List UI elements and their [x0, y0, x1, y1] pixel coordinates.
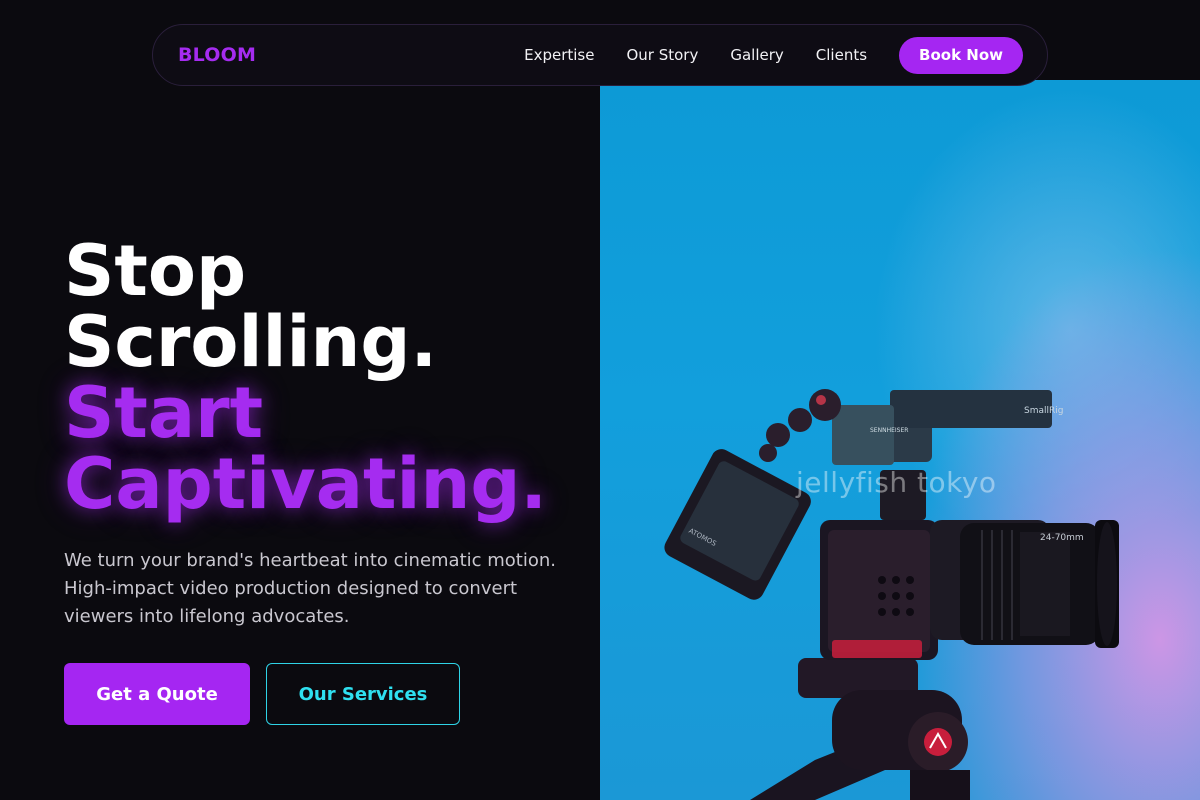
cage-holes	[878, 576, 914, 616]
hero-headline: Stop Scrolling. Start Captivating.	[64, 236, 547, 520]
mic-label: SENNHEISER	[870, 427, 908, 434]
grip-label: SmallRig	[1024, 406, 1063, 416]
lens-label: 24-70mm	[1040, 533, 1084, 543]
nav-links: Expertise Our Story Gallery Clients	[524, 46, 867, 64]
headline-line-1: Stop	[64, 230, 247, 312]
magic-arm	[759, 389, 841, 462]
camera-body	[828, 530, 930, 652]
headline-accent-line-1: Start	[64, 372, 264, 454]
our-services-button[interactable]: Our Services	[266, 663, 460, 725]
nav-link-expertise[interactable]: Expertise	[524, 46, 594, 64]
hero-subtext: We turn your brand's heartbeat into cine…	[64, 550, 557, 627]
external-monitor: ATOMOS	[664, 449, 811, 600]
get-a-quote-button[interactable]: Get a Quote	[64, 663, 250, 725]
photo-watermark: jellyfish tokyo	[796, 466, 997, 499]
top-navbar: BLOOM Expertise Our Story Gallery Client…	[152, 24, 1048, 86]
tripod-leg	[910, 770, 970, 800]
nav-link-our-story[interactable]: Our Story	[626, 46, 698, 64]
headline-accent-line-2: Captivating.	[64, 443, 548, 525]
nav-link-gallery[interactable]: Gallery	[730, 46, 783, 64]
headline-line-2: Scrolling.	[64, 301, 438, 383]
mic-mount	[832, 405, 894, 465]
camera-illustration: SmallRig SENNHEISER ATOMOS 24-70mm	[664, 389, 1119, 800]
hero-image-camera: SmallRig SENNHEISER ATOMOS 24-70mm jelly…	[600, 80, 1200, 800]
brand-logo[interactable]: BLOOM	[178, 44, 256, 66]
book-now-button[interactable]: Book Now	[899, 36, 1023, 74]
nav-link-clients[interactable]: Clients	[816, 46, 867, 64]
